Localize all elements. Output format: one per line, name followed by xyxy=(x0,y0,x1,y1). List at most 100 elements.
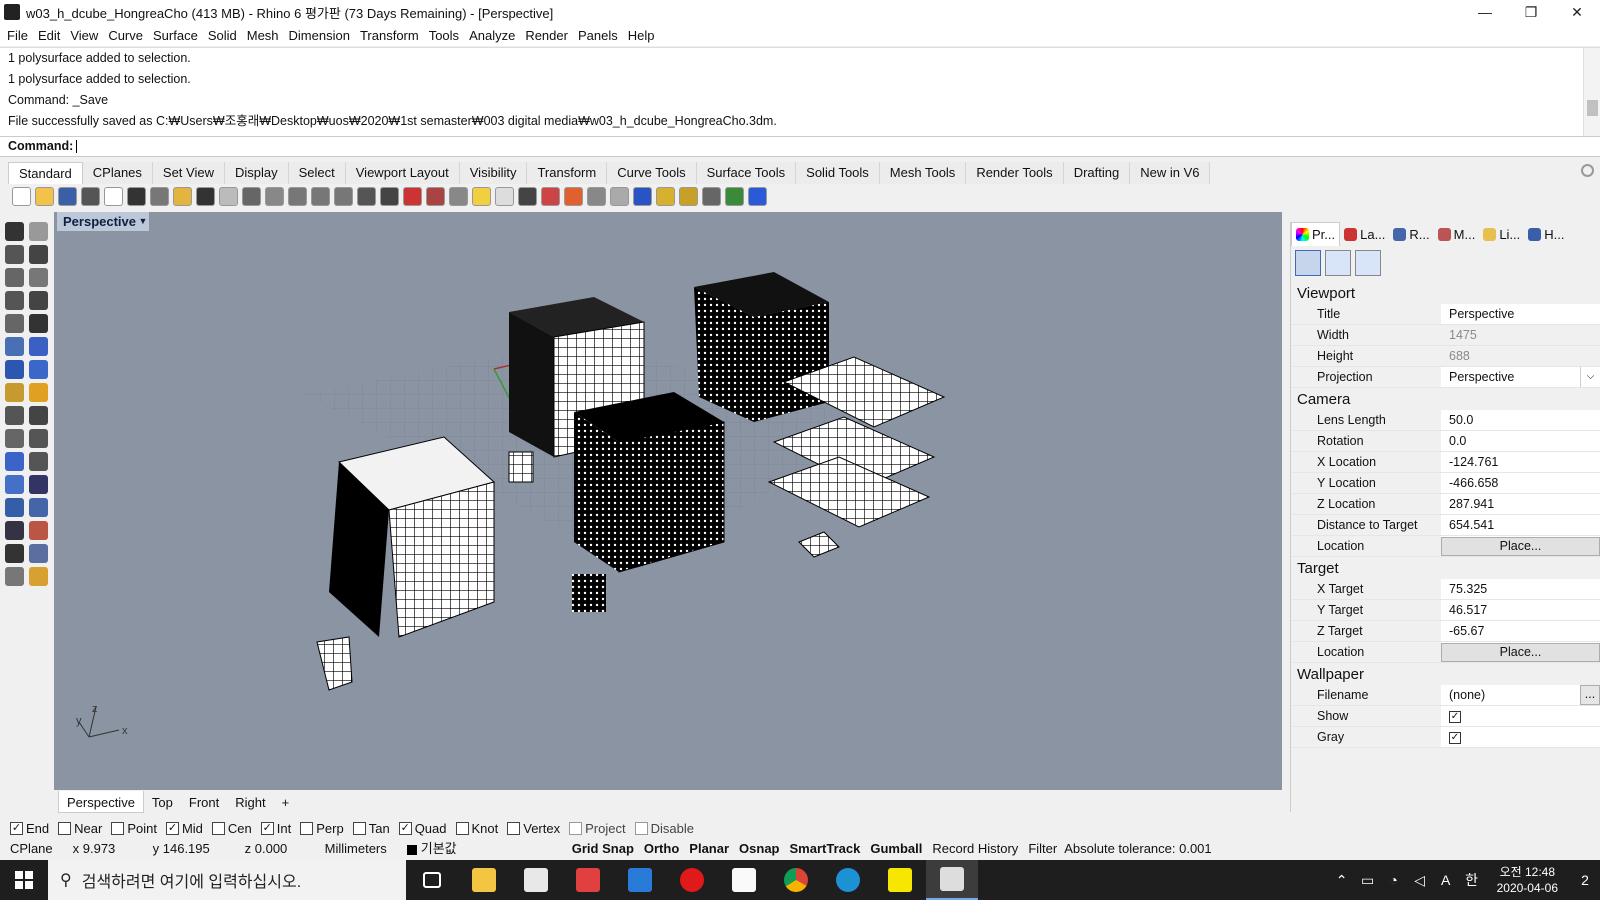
point-checkbox[interactable] xyxy=(111,821,125,835)
history-scrollbar[interactable] xyxy=(1583,48,1600,137)
viewport-menu-arrow[interactable]: ▼ xyxy=(137,212,149,231)
property-value-x-target[interactable]: 75.325 xyxy=(1441,579,1600,600)
units-label[interactable]: Millimeters xyxy=(315,839,397,859)
property-value-z-location[interactable]: 287.941 xyxy=(1441,494,1600,515)
circle-center-icon[interactable] xyxy=(29,268,48,287)
tab-visibility[interactable]: Visibility xyxy=(459,162,528,184)
gray-checkbox[interactable]: ✓ xyxy=(1449,731,1461,744)
viewport-tab-front[interactable]: Front xyxy=(181,791,227,813)
opera-icon[interactable] xyxy=(666,860,718,900)
place-button[interactable]: Place... xyxy=(1441,537,1600,556)
chevron-down-icon[interactable]: ⌵ xyxy=(1580,367,1600,387)
curve-icon[interactable] xyxy=(29,245,48,264)
viewport-tab-perspective[interactable]: Perspective xyxy=(58,791,144,813)
menu-mesh[interactable]: Mesh xyxy=(242,28,284,43)
boolean-icon[interactable] xyxy=(5,406,24,425)
grid-snap-toggle[interactable]: Grid Snap xyxy=(567,839,639,859)
add-viewport-tab-button[interactable]: + xyxy=(274,791,298,813)
snap-tool-icon[interactable] xyxy=(702,186,721,206)
rectangle-icon[interactable] xyxy=(29,291,48,310)
tab-select[interactable]: Select xyxy=(288,162,346,184)
near-checkbox[interactable] xyxy=(58,821,72,835)
perspective-viewport[interactable]: x y z Perspective ▼ xyxy=(54,212,1282,790)
osnap-knot[interactable]: Knot xyxy=(455,821,498,836)
gumball-toggle[interactable]: Gumball xyxy=(865,839,927,859)
mid-checkbox[interactable]: ✓ xyxy=(165,821,179,835)
cen-checkbox[interactable] xyxy=(211,821,225,835)
sphere-gray-icon[interactable] xyxy=(587,186,606,206)
zoom-dynamic-icon[interactable] xyxy=(288,186,307,206)
osnap-project[interactable]: Project xyxy=(569,821,626,836)
menu-analyze[interactable]: Analyze xyxy=(464,28,520,43)
tab-curve-tools[interactable]: Curve Tools xyxy=(607,162,697,184)
check-icon[interactable] xyxy=(5,544,24,563)
light-icon[interactable] xyxy=(29,567,48,586)
restore-button[interactable]: ❐ xyxy=(1508,0,1554,24)
osnap-mid[interactable]: ✓ Mid xyxy=(165,821,203,836)
polygon-icon[interactable] xyxy=(5,291,24,310)
grid-icon[interactable] xyxy=(380,186,399,206)
dimension-icon[interactable] xyxy=(29,498,48,517)
render-sphere-icon[interactable] xyxy=(5,567,24,586)
osnap-disable[interactable]: Disable xyxy=(634,821,694,836)
property-value-location[interactable]: Place... xyxy=(1441,642,1600,663)
windows-start-icon[interactable] xyxy=(0,860,48,900)
circle-icon[interactable] xyxy=(5,268,24,287)
command-input[interactable]: Command: xyxy=(0,136,1600,157)
property-value-y-target[interactable]: 46.517 xyxy=(1441,600,1600,621)
zoom-extents-icon[interactable] xyxy=(311,186,330,206)
arc-icon[interactable] xyxy=(29,314,48,333)
store-icon[interactable] xyxy=(510,860,562,900)
tab-surface-tools[interactable]: Surface Tools xyxy=(696,162,797,184)
tab-new-in-v6[interactable]: New in V6 xyxy=(1130,162,1211,184)
analysis-icon[interactable] xyxy=(29,544,48,563)
end-checkbox[interactable]: ✓ xyxy=(10,821,23,835)
text-icon[interactable] xyxy=(5,498,24,517)
rotate-3d-icon[interactable] xyxy=(29,429,48,448)
ortho-toggle[interactable]: Ortho xyxy=(639,839,684,859)
osnap-int[interactable]: ✓ Int xyxy=(260,821,291,836)
tab-display[interactable]: Display xyxy=(224,162,289,184)
document-icon[interactable] xyxy=(718,860,770,900)
viewport-frame-icon[interactable] xyxy=(1325,250,1351,276)
show-checkbox[interactable]: ✓ xyxy=(1449,710,1461,723)
int-checkbox[interactable]: ✓ xyxy=(260,821,274,835)
file-explorer-icon[interactable] xyxy=(458,860,510,900)
save-icon[interactable] xyxy=(58,186,77,206)
pan-icon[interactable] xyxy=(219,186,238,206)
car-icon[interactable] xyxy=(403,186,422,206)
menu-render[interactable]: Render xyxy=(520,28,573,43)
select-arrow-icon[interactable] xyxy=(5,222,24,241)
property-value-lens-length[interactable]: 50.0 xyxy=(1441,410,1600,431)
sphere-solid-icon[interactable] xyxy=(29,360,48,379)
circle-dash-icon[interactable] xyxy=(449,186,468,206)
property-value-distance-to-target[interactable]: 654.541 xyxy=(1441,515,1600,536)
knot-checkbox[interactable] xyxy=(455,821,469,835)
taskbar-search[interactable]: ⚲ 검색하려면 여기에 입력하십시오. xyxy=(48,860,406,900)
ime-mode[interactable]: A xyxy=(1436,871,1456,889)
panel-tab-libraries[interactable]: Li... xyxy=(1479,222,1524,246)
tab-render-tools[interactable]: Render Tools xyxy=(966,162,1064,184)
task-view-icon[interactable] xyxy=(406,860,458,900)
property-value-projection[interactable]: Perspective ⌵ xyxy=(1441,367,1600,388)
minimize-button[interactable]: — xyxy=(1462,0,1508,24)
viewport-title[interactable]: Perspective xyxy=(57,212,142,231)
osnap-toggle[interactable]: Osnap xyxy=(734,839,784,859)
osnap-cen[interactable]: Cen xyxy=(211,821,252,836)
clock[interactable]: 오전 12:48 2020-04-06 xyxy=(1497,864,1558,896)
polyline-icon[interactable] xyxy=(5,245,24,264)
layer-icon[interactable] xyxy=(541,186,560,206)
browse-button[interactable]: ... xyxy=(1580,685,1600,705)
edge-icon[interactable] xyxy=(822,860,874,900)
named-view-icon[interactable] xyxy=(357,186,376,206)
panel-tab-materials[interactable]: M... xyxy=(1434,222,1480,246)
cplane-label[interactable]: CPlane xyxy=(0,839,63,859)
property-value-x-location[interactable]: -124.761 xyxy=(1441,452,1600,473)
property-value-show[interactable]: ✓ xyxy=(1441,706,1600,727)
link-icon[interactable] xyxy=(1355,250,1381,276)
menu-transform[interactable]: Transform xyxy=(355,28,424,43)
sphere-icon[interactable] xyxy=(610,186,629,206)
cut-icon[interactable] xyxy=(127,186,146,206)
osnap-end[interactable]: ✓ End xyxy=(10,821,49,836)
tab-cplanes[interactable]: CPlanes xyxy=(82,162,153,184)
